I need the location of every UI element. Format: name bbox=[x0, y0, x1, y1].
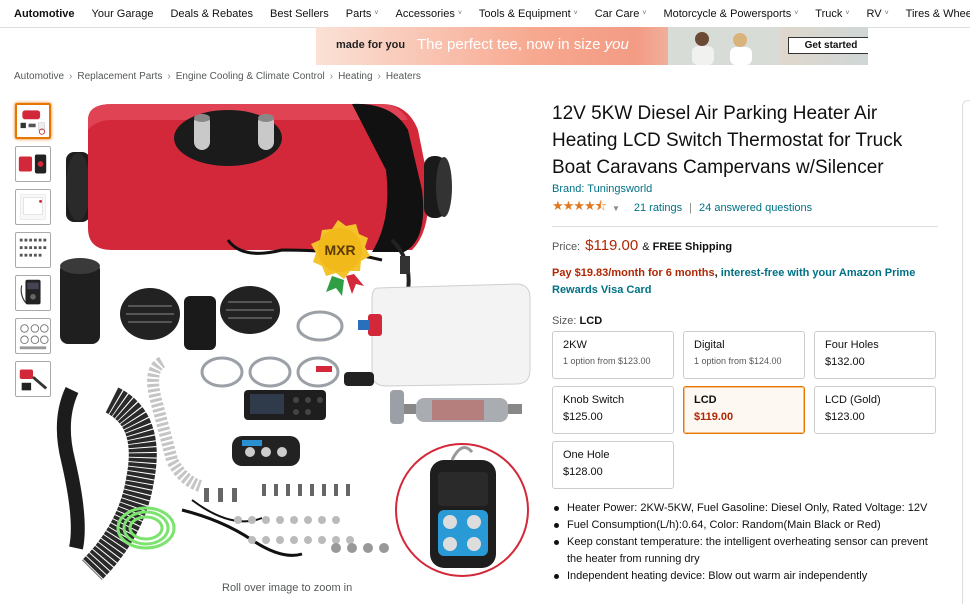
chevron-down-icon: ˅ bbox=[573, 9, 578, 17]
size-option-digital[interactable]: Digital 1 option from $124.00 bbox=[683, 331, 805, 379]
top-nav: Automotive Your Garage Deals & Rebates Best… bbox=[0, 0, 970, 28]
financing-offer[interactable]: Pay $19.83/month for 6 months, interest-… bbox=[552, 265, 937, 299]
size-option-name: 2KW bbox=[563, 339, 587, 351]
breadcrumb-separator-icon: › bbox=[329, 71, 334, 82]
promo-banner[interactable]: made for you The perfect tee, now in siz… bbox=[316, 27, 868, 65]
nav-item-rv[interactable]: RV ˅ bbox=[866, 8, 888, 20]
size-option-name: Four Holes bbox=[825, 339, 879, 351]
size-selected-value: LCD bbox=[579, 315, 603, 327]
thumbnail-2[interactable] bbox=[15, 146, 51, 182]
breadcrumb-item[interactable]: Automotive bbox=[14, 71, 64, 82]
size-option-one-hole[interactable]: One Hole $128.00 bbox=[552, 441, 674, 489]
breadcrumb-separator-icon: › bbox=[377, 71, 381, 82]
breadcrumb-separator-icon: › bbox=[167, 71, 171, 82]
breadcrumb-item[interactable]: Heaters bbox=[386, 71, 421, 82]
divider bbox=[552, 226, 938, 227]
nav-item-automotive[interactable]: Automotive bbox=[14, 8, 75, 20]
chevron-down-icon: ˅ bbox=[884, 9, 889, 17]
nav-item-motorcycle-powersports[interactable]: Motorcycle & Powersports ˅ bbox=[663, 8, 798, 20]
nav-item-tires-wheels[interactable]: Tires & Wheels˅ bbox=[906, 8, 970, 20]
banner-tagline: The perfect tee, now in size you bbox=[417, 36, 629, 53]
chevron-down-icon: ˅ bbox=[457, 9, 462, 17]
nav-item-accessories[interactable]: Accessories ˅ bbox=[396, 8, 462, 20]
banner-get-started-button[interactable]: Get started bbox=[788, 37, 868, 54]
thumbnail-list bbox=[15, 103, 51, 404]
product-details: 12V 5KW Diesel Air Parking Heater Air He… bbox=[552, 100, 942, 582]
zoom-hint: Roll over image to zoom in bbox=[222, 582, 353, 594]
size-option-lcd-gold[interactable]: LCD (Gold) $123.00 bbox=[814, 386, 936, 434]
breadcrumb-item[interactable]: Replacement Parts bbox=[77, 71, 162, 82]
chevron-down-icon: ˅ bbox=[845, 9, 850, 17]
size-option-price: $123.00 bbox=[825, 411, 865, 423]
feature-bullet: Heater Power: 2KW-5KW, Fuel Gasoline: Di… bbox=[552, 500, 942, 517]
breadcrumb-separator-icon: › bbox=[69, 71, 73, 82]
answered-questions-link[interactable]: 24 answered questions bbox=[699, 202, 812, 214]
breadcrumb-item[interactable]: Heating bbox=[338, 71, 372, 82]
mxr-badge-text: MXR bbox=[324, 242, 355, 258]
size-option-name: Digital bbox=[694, 339, 725, 351]
thumbnail-1[interactable] bbox=[15, 103, 51, 139]
size-option-name: Knob Switch bbox=[563, 394, 625, 406]
size-option-knob-switch[interactable]: Knob Switch $125.00 bbox=[552, 386, 674, 434]
size-option-price: $125.00 bbox=[563, 411, 603, 423]
nav-item-best-sellers[interactable]: Best Sellers bbox=[270, 8, 329, 20]
thumbnail-6[interactable] bbox=[15, 318, 51, 354]
brand-link[interactable]: Brand: Tuningsworld bbox=[552, 183, 942, 195]
nav-item-tools-equipment[interactable]: Tools & Equipment ˅ bbox=[479, 8, 578, 20]
star-rating-icon[interactable]: ★★★★⯪ bbox=[552, 197, 607, 219]
size-option-name: One Hole bbox=[563, 449, 610, 461]
thumbnail-4[interactable] bbox=[15, 232, 51, 268]
chevron-down-icon: ˅ bbox=[794, 9, 799, 17]
feature-bullet: Keep constant temperature: the intellige… bbox=[552, 534, 942, 568]
size-option-four-holes[interactable]: Four Holes $132.00 bbox=[814, 331, 936, 379]
feature-bullet: Independent heating device: Blow out war… bbox=[552, 568, 942, 585]
thumbnail-3[interactable] bbox=[15, 189, 51, 225]
banner-made-for: made for you bbox=[336, 39, 406, 51]
free-shipping-link[interactable]: FREE Shipping bbox=[653, 241, 732, 253]
shipping-info: & FREE Shipping bbox=[642, 241, 733, 253]
nav-item-parts[interactable]: Parts ˅ bbox=[346, 8, 379, 20]
nav-item-deals-rebates[interactable]: Deals & Rebates bbox=[170, 8, 253, 20]
size-option-name: LCD (Gold) bbox=[825, 394, 881, 406]
size-option-availability: 1 option from $123.00 bbox=[563, 356, 651, 366]
size-label: Size: LCD bbox=[552, 315, 603, 327]
size-option-price: $132.00 bbox=[825, 356, 865, 368]
divider: | bbox=[689, 202, 693, 214]
chevron-down-icon: ˅ bbox=[642, 9, 647, 17]
main-product-image[interactable]: MXR bbox=[52, 100, 538, 580]
size-option-availability: 1 option from $124.00 bbox=[694, 356, 782, 366]
rating-row: ★★★★⯪ ▼ 21 ratings | 24 answered questio… bbox=[552, 197, 942, 219]
size-option-2kw[interactable]: 2KW 1 option from $123.00 bbox=[552, 331, 674, 379]
side-panel-edge bbox=[962, 100, 970, 604]
chevron-down-icon: ˅ bbox=[374, 9, 379, 17]
size-option-price: $119.00 bbox=[694, 411, 734, 423]
nav-item-truck[interactable]: Truck ˅ bbox=[815, 8, 849, 20]
breadcrumb-item[interactable]: Engine Cooling & Climate Control bbox=[176, 71, 325, 82]
banner-people-image bbox=[668, 27, 780, 65]
nav-item-car-care[interactable]: Car Care ˅ bbox=[595, 8, 647, 20]
breadcrumb: Automotive › Replacement Parts › Engine Cool… bbox=[14, 71, 421, 82]
feature-bullet: Fuel Consumption(L/h):0.64, Color: Rando… bbox=[552, 517, 942, 534]
nav-item-your-garage[interactable]: Your Garage bbox=[92, 8, 154, 20]
product-title: 12V 5KW Diesel Air Parking Heater Air He… bbox=[552, 103, 903, 178]
chevron-down-icon[interactable]: ▼ bbox=[612, 204, 620, 213]
ratings-link[interactable]: 21 ratings bbox=[634, 202, 682, 214]
price-value: $119.00 bbox=[585, 237, 639, 254]
size-option-name: LCD bbox=[694, 394, 717, 406]
size-option-lcd[interactable]: LCD $119.00 bbox=[683, 386, 805, 434]
price-label: Price: bbox=[552, 241, 581, 253]
feature-bullets: Heater Power: 2KW-5KW, Fuel Gasoline: Di… bbox=[552, 500, 942, 585]
size-option-price: $128.00 bbox=[563, 466, 603, 478]
price-row: Price: $119.00 & FREE Shipping bbox=[552, 237, 942, 254]
thumbnail-7[interactable] bbox=[15, 361, 51, 397]
thumbnail-5[interactable] bbox=[15, 275, 51, 311]
